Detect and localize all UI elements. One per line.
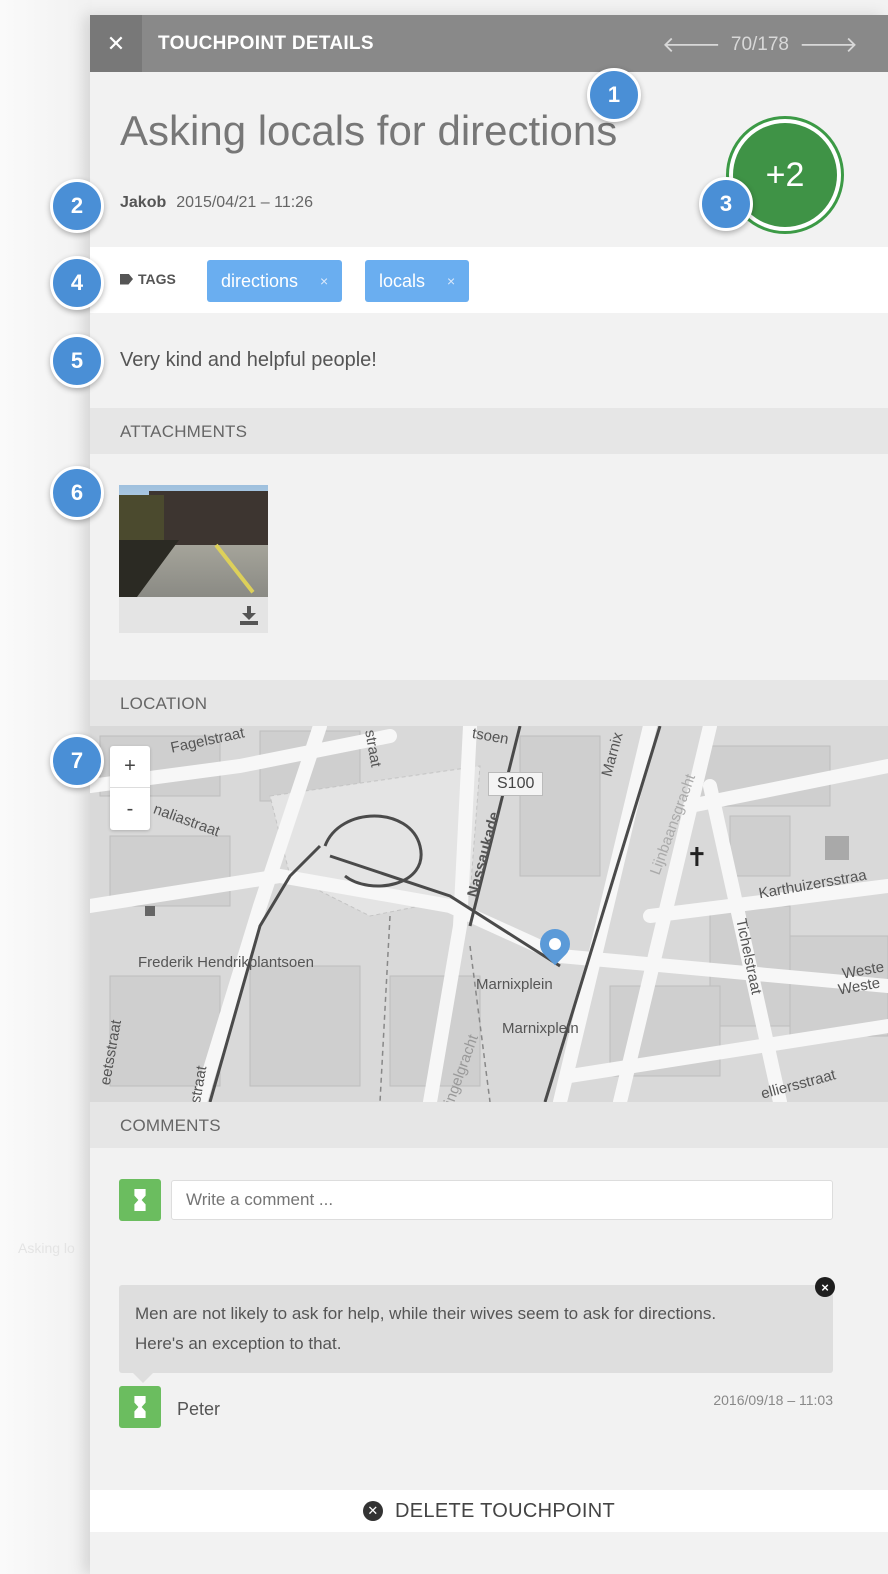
- close-button[interactable]: ✕: [90, 15, 142, 72]
- panel-title: TOUCHPOINT DETAILS: [158, 33, 374, 54]
- tags-row: TAGS directions × locals ×: [90, 247, 888, 313]
- comment-text-line: Here's an exception to that.: [135, 1334, 342, 1353]
- tag-label: directions: [221, 270, 299, 291]
- touchpoint-details-panel: ✕ TOUCHPOINT DETAILS 🡐 70/178 🡒 Asking l…: [90, 15, 888, 1574]
- callout-2: 2: [50, 179, 104, 233]
- delete-touchpoint-button[interactable]: ✕ DELETE TOUCHPOINT: [90, 1490, 888, 1532]
- attachment-photo[interactable]: [119, 485, 268, 597]
- tags-label-text: TAGS: [138, 271, 176, 287]
- callout-7: 7: [50, 734, 104, 788]
- user-icon: [134, 1189, 146, 1211]
- map-label: Marnixplein: [502, 1020, 579, 1037]
- tag-chip-locals[interactable]: locals ×: [365, 260, 470, 302]
- comment-text-line: Men are not likely to ask for help, whil…: [135, 1304, 717, 1323]
- panel-header: ✕ TOUCHPOINT DETAILS 🡐 70/178 🡒: [90, 15, 888, 72]
- download-icon[interactable]: [238, 604, 260, 626]
- map-label: Frederik Hendrikplantsoen: [138, 954, 314, 971]
- delete-comment-icon[interactable]: ×: [815, 1277, 835, 1297]
- author-name: Jakob: [120, 194, 167, 211]
- commenter-avatar: [119, 1386, 161, 1428]
- pager: 🡐 70/178 🡒: [662, 32, 858, 58]
- tag-label: locals: [379, 270, 426, 291]
- close-icon: ✕: [106, 30, 126, 56]
- comment-input[interactable]: [171, 1180, 833, 1220]
- user-icon: [134, 1396, 146, 1418]
- location-map[interactable]: + - Fagelstraat tsoen straat S100 Marnix…: [90, 726, 888, 1102]
- tag-remove-icon[interactable]: ×: [447, 273, 455, 289]
- callout-6: 6: [50, 466, 104, 520]
- zoom-in-button[interactable]: +: [110, 746, 150, 788]
- callout-1: 1: [587, 68, 641, 122]
- callout-3: 3: [699, 177, 753, 231]
- touchpoint-meta: Jakob 2015/04/21 – 11:26: [120, 194, 313, 212]
- callout-5: 5: [50, 334, 104, 388]
- location-header: LOCATION: [90, 680, 888, 726]
- comment-author: Peter: [177, 1399, 221, 1419]
- map-zoom-control: + -: [110, 746, 150, 830]
- pager-position: 70/178: [730, 34, 789, 55]
- comment-datetime: 2016/09/18 – 11:03: [713, 1392, 833, 1408]
- map-label: Marnixplein: [476, 976, 553, 993]
- arrow-right-icon[interactable]: 🡒: [799, 32, 858, 58]
- tag-icon: [120, 273, 133, 285]
- tags-label: TAGS: [120, 271, 176, 287]
- background-item-text: Asking lo: [18, 1240, 75, 1256]
- tag-chip-directions[interactable]: directions ×: [207, 260, 343, 302]
- location-title: LOCATION: [120, 694, 208, 713]
- comment-bubble: Men are not likely to ask for help, whil…: [119, 1285, 833, 1383]
- tag-remove-icon[interactable]: ×: [320, 273, 328, 289]
- touchpoint-description[interactable]: Very kind and helpful people!: [120, 349, 377, 372]
- route-badge: S100: [488, 772, 544, 796]
- church-icon: ✝: [686, 842, 708, 872]
- delete-label: DELETE TOUCHPOINT: [395, 1499, 615, 1522]
- delete-icon: ✕: [363, 1501, 384, 1521]
- zoom-out-button[interactable]: -: [110, 788, 150, 830]
- touchpoint-datetime: 2015/04/21 – 11:26: [176, 194, 313, 211]
- attachments-title: ATTACHMENTS: [120, 422, 248, 441]
- touchpoint-title[interactable]: Asking locals for directions: [120, 107, 617, 155]
- comments-title: COMMENTS: [120, 1116, 221, 1135]
- attachments-header: ATTACHMENTS: [90, 408, 888, 454]
- attachment-thumbnail[interactable]: [119, 485, 268, 633]
- arrow-left-icon[interactable]: 🡐: [662, 32, 721, 58]
- comments-header: COMMENTS: [90, 1102, 888, 1148]
- current-user-avatar: [119, 1179, 161, 1221]
- callout-4: 4: [50, 256, 104, 310]
